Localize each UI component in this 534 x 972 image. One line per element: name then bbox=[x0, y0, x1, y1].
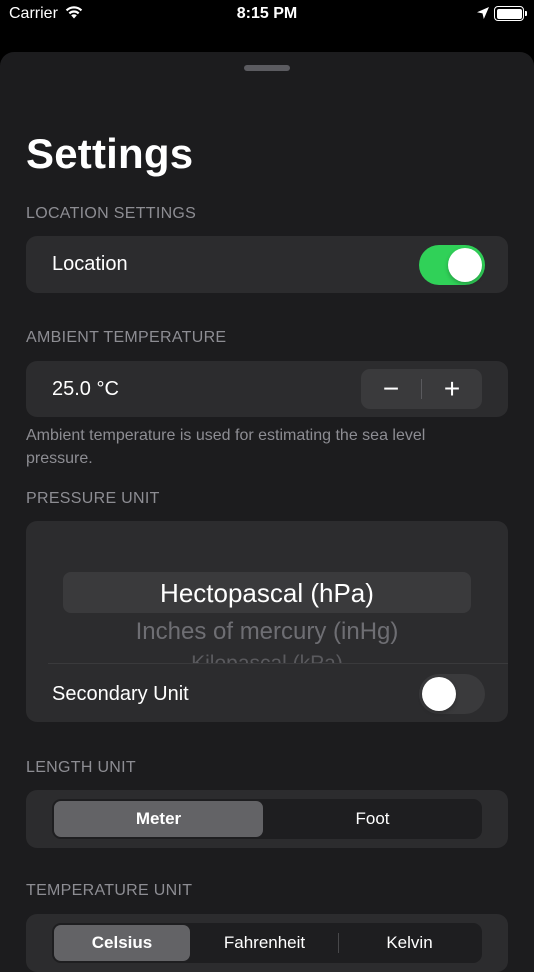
battery-icon bbox=[494, 6, 527, 21]
pressure-unit-picker[interactable]: Hectopascal (hPa) Inches of mercury (inH… bbox=[26, 521, 508, 663]
segment-foot[interactable]: Foot bbox=[265, 799, 480, 839]
location-label: Location bbox=[52, 253, 128, 275]
ambient-footer-text: Ambient temperature is used for estimati… bbox=[26, 427, 426, 467]
location-card: Location bbox=[26, 236, 508, 293]
location-section-header: LOCATION SETTINGS bbox=[26, 205, 197, 222]
temperature-card: Celsius Fahrenheit Kelvin bbox=[26, 914, 508, 972]
ambient-section-header: AMBIENT TEMPERATURE bbox=[26, 329, 227, 346]
length-card: Meter Foot bbox=[26, 790, 508, 848]
toggle-knob bbox=[422, 677, 456, 711]
segment-meter[interactable]: Meter bbox=[54, 801, 263, 837]
temperature-section-header: TEMPERATURE UNIT bbox=[26, 882, 193, 899]
toggle-knob bbox=[448, 248, 482, 282]
length-unit-segmented-control: Meter Foot bbox=[52, 799, 482, 839]
increment-button[interactable]: + bbox=[422, 369, 482, 409]
sheet-grabber[interactable] bbox=[244, 65, 290, 71]
status-bar: Carrier 8:15 PM bbox=[0, 0, 534, 30]
decrement-button[interactable]: − bbox=[361, 369, 421, 409]
length-section-header: LENGTH UNIT bbox=[26, 759, 136, 776]
clock: 8:15 PM bbox=[236, 5, 298, 22]
segment-fahrenheit[interactable]: Fahrenheit bbox=[192, 923, 337, 963]
picker-option-selected[interactable]: Hectopascal (hPa) bbox=[26, 578, 508, 609]
secondary-unit-label: Secondary Unit bbox=[52, 683, 189, 705]
settings-sheet: Settings LOCATION SETTINGS Location AMBI… bbox=[0, 52, 534, 972]
picker-option[interactable]: Inches of mercury (inHg) bbox=[26, 618, 508, 646]
pressure-card: Hectopascal (hPa) Inches of mercury (inH… bbox=[26, 521, 508, 722]
row-separator bbox=[48, 663, 508, 664]
location-toggle[interactable] bbox=[419, 245, 485, 285]
segment-celsius[interactable]: Celsius bbox=[54, 925, 190, 961]
ambient-temperature-value: 25.0 °C bbox=[52, 378, 119, 400]
segment-kelvin[interactable]: Kelvin bbox=[339, 923, 480, 963]
temperature-unit-segmented-control: Celsius Fahrenheit Kelvin bbox=[52, 923, 482, 963]
picker-option[interactable]: Kilopascal (kPa) bbox=[26, 652, 508, 663]
secondary-unit-toggle[interactable] bbox=[419, 674, 485, 714]
ambient-card: 25.0 °C − + bbox=[26, 361, 508, 417]
location-arrow-icon bbox=[476, 6, 490, 25]
pressure-section-header: PRESSURE UNIT bbox=[26, 490, 160, 507]
temperature-stepper: − + bbox=[361, 369, 482, 409]
page-title: Settings bbox=[26, 130, 194, 177]
